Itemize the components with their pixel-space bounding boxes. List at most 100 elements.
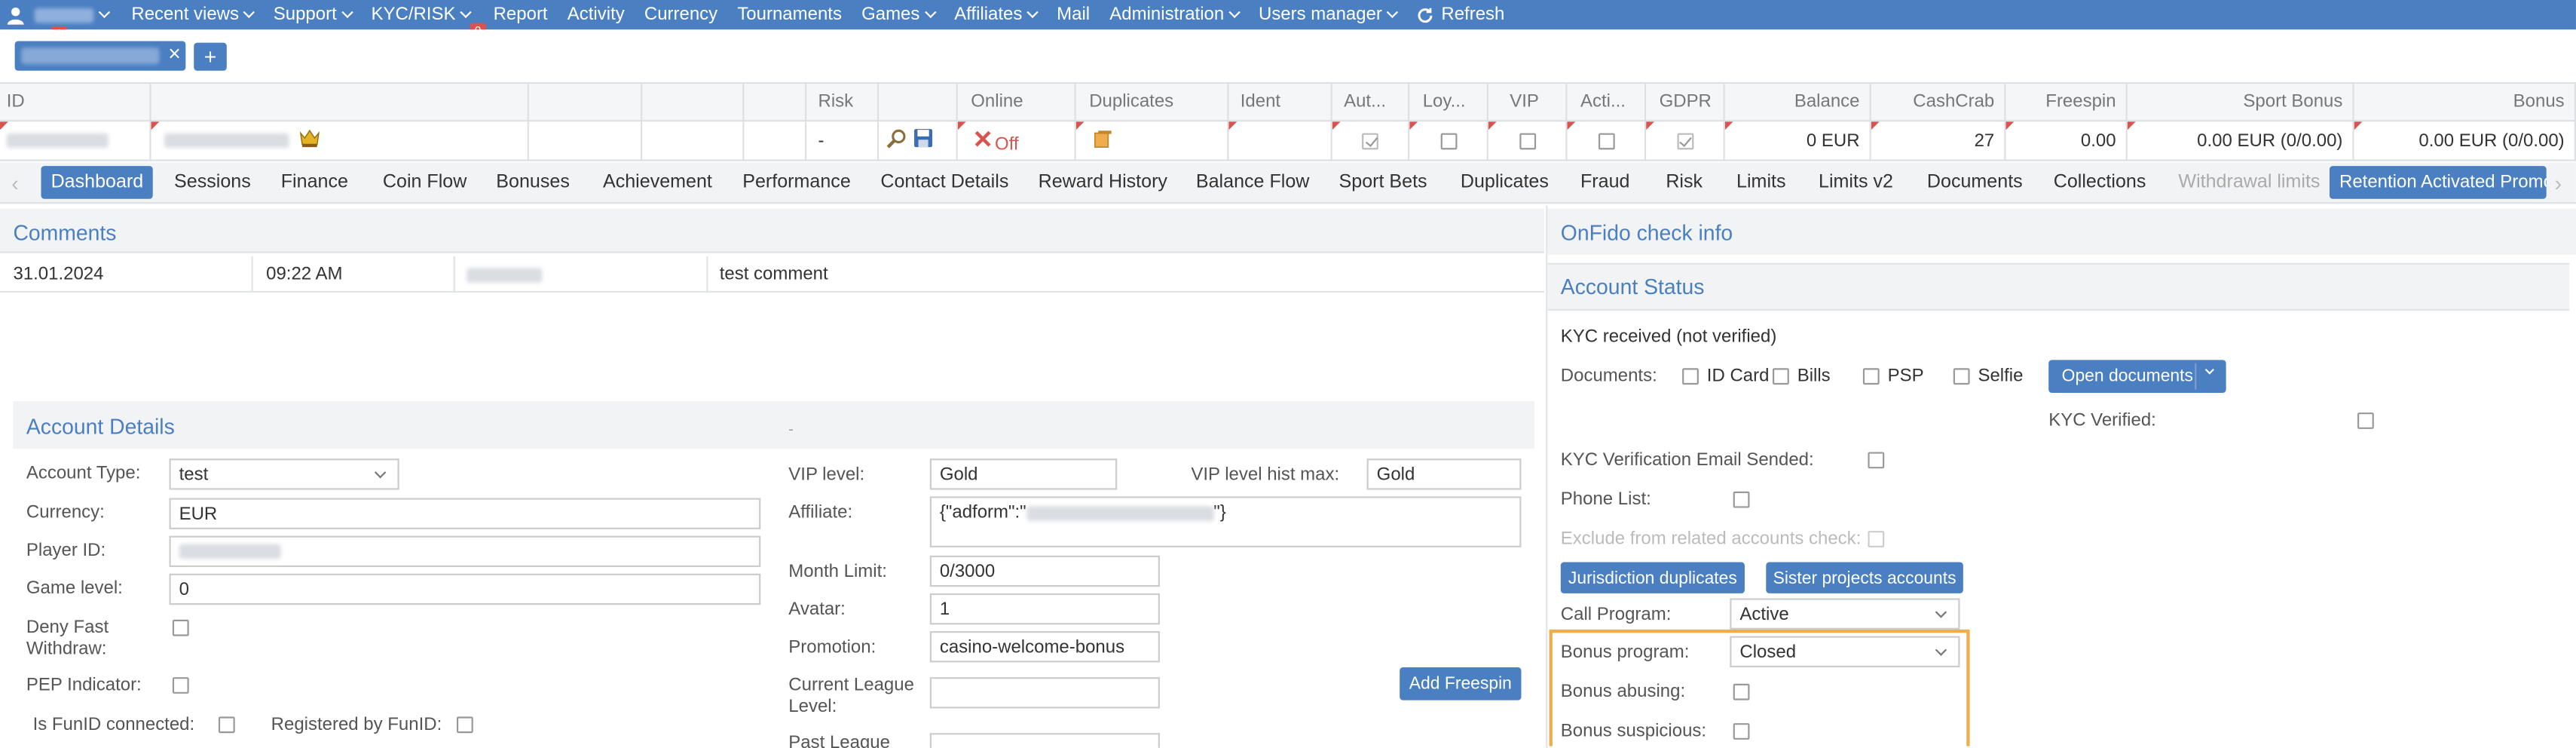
col-header-bonus[interactable]: Bonus <box>2354 84 2576 122</box>
call-program-select[interactable]: Active <box>1730 598 1960 630</box>
tab-duplicates[interactable]: Duplicates <box>1451 166 1559 199</box>
tab-documents[interactable]: Documents <box>1917 166 2033 199</box>
nav-currency[interactable]: Currency <box>644 5 717 25</box>
open-documents-button[interactable]: Open documents <box>2048 360 2226 393</box>
cell-id[interactable] <box>0 121 151 161</box>
col-header-4[interactable] <box>642 84 745 122</box>
nav-affiliates[interactable]: Affiliates <box>954 5 1039 25</box>
open-player-tab[interactable]: × <box>14 41 186 71</box>
funid-connected-checkbox[interactable] <box>218 716 235 734</box>
vip-level-field[interactable]: Gold <box>929 458 1118 490</box>
add-freespin-button[interactable]: Add Freespin <box>1400 667 1522 700</box>
col-header-cashcrab[interactable]: CashCrab <box>1871 84 2006 122</box>
current-league-field[interactable] <box>929 677 1160 709</box>
col-header-name[interactable] <box>151 84 529 122</box>
bonus-program-select[interactable]: Closed <box>1730 636 1960 667</box>
tab-sport-bets[interactable]: Sport Bets <box>1329 166 1436 199</box>
aut-checkbox[interactable] <box>1362 132 1378 149</box>
affiliate-field[interactable]: {"adform":" "} <box>929 496 1522 547</box>
nav-support[interactable]: Support <box>274 5 353 25</box>
nav-administration[interactable]: Administration <box>1109 5 1241 25</box>
duplicates-icon[interactable] <box>1094 129 1112 152</box>
doc-selfie-checkbox[interactable] <box>1953 368 1970 385</box>
search-icon[interactable] <box>886 127 907 154</box>
doc-bills-checkbox[interactable] <box>1773 368 1789 385</box>
col-header-5[interactable] <box>744 84 807 122</box>
game-level-field[interactable]: 0 <box>169 573 761 605</box>
col-header-gdpr[interactable]: GDPR <box>1646 84 1725 122</box>
vip-checkbox[interactable] <box>1519 132 1536 149</box>
active-checkbox[interactable] <box>1597 132 1614 149</box>
tab-bonuses[interactable]: Bonuses <box>486 166 580 199</box>
tab-collections[interactable]: Collections <box>2044 166 2156 199</box>
currency-field[interactable]: EUR <box>169 498 761 529</box>
username-menu[interactable]: 0 <box>34 6 111 44</box>
tab-limits[interactable]: Limits <box>1727 166 1796 199</box>
month-limit-field[interactable]: 0/3000 <box>929 555 1160 587</box>
player-id-field[interactable] <box>169 535 761 568</box>
nav-games[interactable]: Games <box>861 5 937 25</box>
nav-recent-views[interactable]: Recent views <box>131 5 255 25</box>
doc-id-card-checkbox[interactable] <box>1682 368 1699 385</box>
col-header-risk[interactable]: Risk <box>806 84 880 122</box>
col-header-sport-bonus[interactable]: Sport Bonus <box>2127 84 2354 122</box>
past-league-field[interactable] <box>929 733 1160 748</box>
bonus-suspicious-checkbox[interactable] <box>1733 723 1750 740</box>
tab-achievement[interactable]: Achievement <box>593 166 722 199</box>
cell-name[interactable] <box>151 121 529 161</box>
col-header-online[interactable]: Online <box>957 84 1076 122</box>
tab-coin-flow[interactable]: Coin Flow <box>373 166 477 199</box>
loyalty-checkbox[interactable] <box>1439 132 1457 149</box>
nav-refresh[interactable]: Refresh <box>1417 5 1504 25</box>
nav-tournaments[interactable]: Tournaments <box>737 5 842 25</box>
tabs-scroll-left-icon[interactable]: ‹ <box>11 171 18 196</box>
phone-list-checkbox[interactable] <box>1733 491 1750 508</box>
save-icon[interactable] <box>913 128 933 153</box>
tab-performance[interactable]: Performance <box>733 166 861 199</box>
nav-report[interactable]: Report <box>494 5 548 25</box>
tab-retention-activated-promocodes[interactable]: Retention Activated Promocodes <box>2329 166 2547 199</box>
doc-psp-checkbox[interactable] <box>1862 368 1880 385</box>
nav-users-manager[interactable]: Users manager <box>1259 5 1399 25</box>
col-header-acti[interactable]: Acti... <box>1567 84 1647 122</box>
nav-activity[interactable]: Activity <box>568 5 625 25</box>
col-header-loy[interactable]: Loy... <box>1409 84 1488 122</box>
avatar-field[interactable]: 1 <box>929 593 1160 625</box>
col-header-id[interactable]: ID <box>0 84 151 122</box>
tab-dashboard[interactable]: Dashboard <box>41 166 154 199</box>
tab-risk[interactable]: Risk <box>1656 166 1712 199</box>
tab-sessions[interactable]: Sessions <box>164 166 261 199</box>
add-tab-button[interactable]: + <box>194 42 227 71</box>
col-header-freespin[interactable]: Freespin <box>2005 84 2128 122</box>
col-header-vip[interactable]: VIP <box>1488 84 1568 122</box>
nav-mail[interactable]: Mail <box>1057 5 1090 25</box>
col-header-duplicates[interactable]: Duplicates <box>1075 84 1229 122</box>
chevron-down-icon[interactable] <box>2204 365 2214 375</box>
col-header-balance[interactable]: Balance <box>1724 84 1871 122</box>
col-header-actions[interactable] <box>879 84 958 122</box>
gdpr-checkbox[interactable] <box>1676 132 1693 149</box>
tab-finance[interactable]: Finance <box>271 166 358 199</box>
cell-duplicates[interactable] <box>1075 121 1229 161</box>
bonus-abusing-checkbox[interactable] <box>1733 683 1750 700</box>
tab-fraud[interactable]: Fraud <box>1571 166 1640 199</box>
nav-kyc-risk[interactable]: KYC/RISK 0 <box>372 5 486 41</box>
kyc-email-checkbox[interactable] <box>1868 452 1885 469</box>
col-header-aut[interactable]: Aut... <box>1332 84 1410 122</box>
tab-limits-v2[interactable]: Limits v2 <box>1809 166 1903 199</box>
col-header-ident[interactable]: Ident <box>1228 84 1332 122</box>
tabs-scroll-right-icon[interactable]: › <box>2555 171 2562 196</box>
close-tab-icon[interactable]: × <box>168 41 181 66</box>
user-icon[interactable] <box>7 6 25 24</box>
sister-projects-button[interactable]: Sister projects accounts <box>1766 562 1963 593</box>
promotion-field[interactable]: casino-welcome-bonus <box>929 631 1160 663</box>
tab-balance-flow[interactable]: Balance Flow <box>1186 166 1320 199</box>
tab-contact-details[interactable]: Contact Details <box>870 166 1018 199</box>
vip-level-hist-field[interactable]: Gold <box>1366 458 1522 490</box>
tab-reward-history[interactable]: Reward History <box>1029 166 1178 199</box>
account-type-select[interactable]: test <box>169 458 399 490</box>
deny-fast-withdraw-checkbox[interactable] <box>172 619 189 636</box>
registered-funid-checkbox[interactable] <box>456 716 473 734</box>
jurisdiction-duplicates-button[interactable]: Jurisdiction duplicates <box>1560 562 1745 593</box>
col-header-3[interactable] <box>528 84 643 122</box>
